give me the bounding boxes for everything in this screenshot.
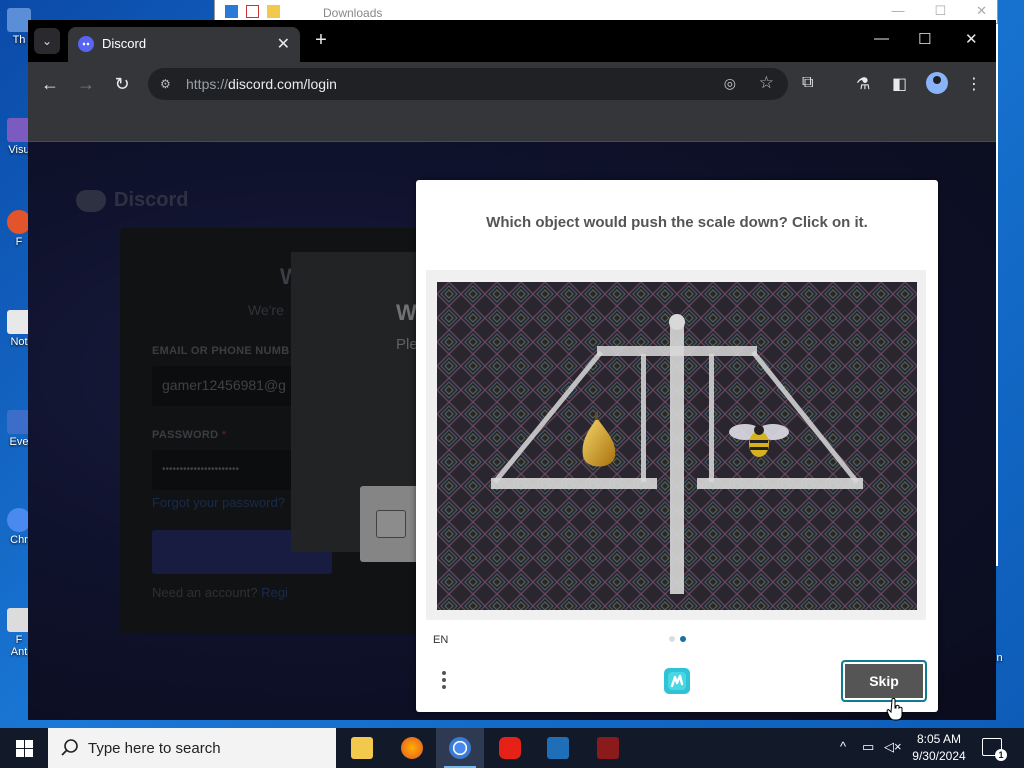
chrome-icon [449,737,471,759]
tab-close-icon[interactable]: ✕ [277,34,290,54]
properties-icon [246,5,259,18]
tab-title: Discord [102,36,147,51]
taskbar-firefox[interactable] [388,728,436,768]
firefox-icon [401,737,423,759]
close-icon[interactable]: ✕ [976,3,987,19]
site-info-icon[interactable]: ⚙ [160,77,174,91]
taskbar-chrome[interactable] [436,728,484,768]
browser-toolbar: ← → ↻ ⚙ https://discord.com/login ◎ ☆ ⧉ … [28,62,996,108]
explorer-window-controls: — ☐ ✕ [891,3,987,19]
taskbar-search-box[interactable]: Type here to search [48,728,336,768]
captcha-challenge: Which object would push the scale down? … [416,180,938,712]
taskbar-youtube[interactable] [486,728,534,768]
discord-favicon-icon [78,36,94,52]
windows-logo-icon [16,740,33,757]
eye-slash-icon[interactable]: ◎ [724,75,736,92]
explorer-quick-access [225,5,280,18]
folder-icon [267,5,280,18]
minimize-icon[interactable]: — [891,3,904,19]
captcha-task-image[interactable] [437,282,917,610]
system-clock[interactable]: 8:05 AM 9/30/2024 [908,731,970,765]
captcha-menu-icon[interactable] [436,668,452,698]
notification-count: 1 [995,749,1007,761]
network-icon[interactable]: ▭ [862,739,874,755]
window-close-button[interactable]: ✕ [965,30,978,48]
taskbar-virtualbox[interactable] [534,728,582,768]
extensions-icon[interactable]: ⧉ [802,74,813,92]
tab-discord[interactable]: Discord ✕ [68,27,300,62]
url-scheme: https:// [186,76,229,92]
search-placeholder: Type here to search [88,740,221,757]
language-selector[interactable]: EN [433,634,448,646]
show-hidden-icons-chevron-icon[interactable]: ^ [840,739,846,754]
taskbar-text-editor[interactable] [584,728,632,768]
captcha-image-frame [426,270,926,620]
volume-muted-icon[interactable]: ◁× [884,739,902,755]
start-button[interactable] [0,728,48,768]
virtualbox-icon [547,737,569,759]
side-panel-icon[interactable]: ◧ [892,74,907,94]
taskbar-file-explorer[interactable] [338,728,386,768]
taskbar: Type here to search ^ ▭ ◁× 8:05 AM 9/30/… [0,728,1024,768]
url-text[interactable]: https://discord.com/login [186,76,337,92]
download-icon [225,5,238,18]
maximize-icon[interactable]: ☐ [934,3,946,19]
bookmark-star-icon[interactable]: ☆ [759,73,774,93]
address-bar[interactable]: ⚙ https://discord.com/login ◎ ☆ [148,68,788,100]
clock-time: 8:05 AM [916,732,962,746]
minimize-button[interactable]: — [874,30,889,47]
progress-dot-2 [680,636,686,642]
search-icon [61,739,78,756]
text-editor-icon [597,737,619,759]
maximize-button[interactable]: ☐ [918,30,931,48]
back-button[interactable]: ← [39,74,61,95]
file-explorer-icon [351,737,373,759]
browser-menu-icon[interactable]: ⋮ [966,74,982,94]
reload-button[interactable]: ↻ [111,74,133,95]
profile-avatar-icon[interactable] [926,72,948,94]
captcha-prompt: Which object would push the scale down? … [486,214,868,231]
forward-button[interactable]: → [75,74,97,95]
new-tab-button[interactable]: + [310,29,332,52]
youtube-icon [499,737,521,759]
notification-center-icon[interactable]: 1 [982,738,1007,761]
progress-dot-1 [669,636,675,642]
tab-strip: ⌄ Discord ✕ + — ☐ ✕ [28,20,996,62]
bookmarks-bar [28,108,996,142]
hand-cursor-icon [886,697,903,721]
tab-search-button[interactable]: ⌄ [34,28,60,54]
labs-flask-icon[interactable]: ⚗ [856,74,870,94]
hcaptcha-logo-icon [664,668,690,694]
clock-date: 9/30/2024 [912,749,966,763]
url-host: discord.com/login [228,76,337,92]
explorer-title: Downloads [323,6,383,20]
skip-button[interactable]: Skip [841,660,927,702]
